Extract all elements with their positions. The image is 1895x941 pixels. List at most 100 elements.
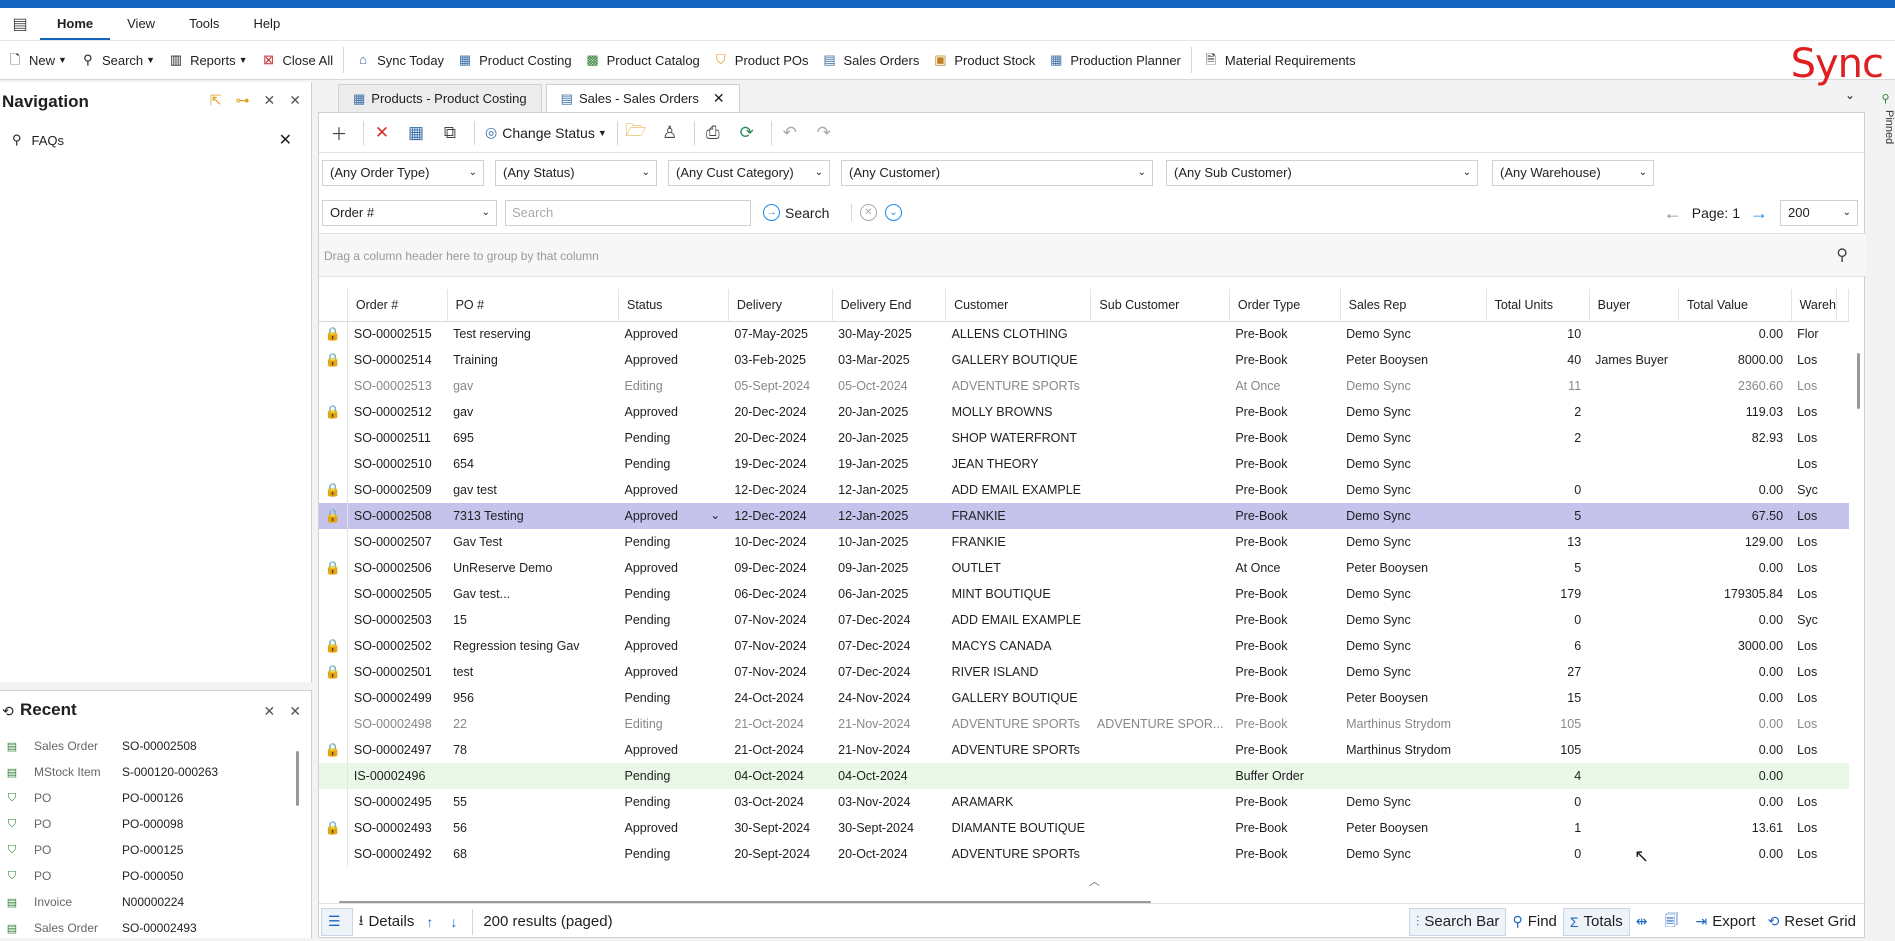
cell-status[interactable]: Pending [619,581,729,607]
cell-sales-rep[interactable]: Demo Sync [1340,477,1486,503]
column-header[interactable]: Delivery [728,289,833,322]
cell-customer[interactable]: DIAMANTE BOUTIQUE [946,815,1091,841]
cell-value[interactable]: 67.50 [1678,503,1792,529]
pin-icon[interactable]: ✕ [264,92,276,109]
cell-units[interactable]: 4 [1486,763,1590,789]
cell-status[interactable]: Pending [619,789,729,815]
cell-order[interactable]: SO-00002503 [346,607,448,633]
cell-order[interactable]: SO-00002511 [346,425,448,451]
customer-filter[interactable]: (Any Customer) ⌄ [841,160,1153,186]
column-header[interactable]: Order # [347,289,448,322]
cell-delivery-end[interactable]: 07-Dec-2024 [832,633,945,659]
cell-sales-rep[interactable]: Demo Sync [1340,451,1486,477]
cell-value[interactable]: 179305.84 [1679,581,1792,607]
cell-buyer[interactable] [1589,555,1678,581]
cell-order[interactable]: SO-00002507 [346,529,448,555]
recent-item[interactable]: ▤ MStock Item S-000120-000263 [0,759,290,785]
cell-buyer[interactable] [1589,529,1678,555]
cell-order-type[interactable]: Pre-Book [1229,607,1340,633]
cell-buyer[interactable] [1589,477,1678,503]
order-type-filter[interactable]: (Any Order Type) ⌄ [322,160,484,186]
cell-delivery-end[interactable]: 24-Nov-2024 [832,685,945,711]
menu-tools[interactable]: Tools [172,8,236,40]
cell-customer[interactable]: ALLENS CLOTHING [946,321,1091,347]
cell-status[interactable]: Approved [619,477,729,503]
cell-order[interactable]: SO-00002499 [346,685,448,711]
cell-customer[interactable]: ADVENTURE SPORTs [946,711,1091,737]
recent-item[interactable]: ⛉ PO PO-000125 [0,837,290,863]
cell-customer[interactable]: FRANKIE [946,529,1091,555]
cell-status[interactable]: Pending [619,425,729,451]
app-menu-icon[interactable]: ▤ [0,8,40,40]
cell-status[interactable]: Approved [619,659,729,685]
cell-warehouse[interactable]: Los [1791,685,1836,711]
cell-value[interactable]: 0.00 [1679,477,1792,503]
close-tab-icon[interactable]: ✕ [713,90,725,107]
table-row[interactable]: 🔒 SO-00002512 gav Approved 20-Dec-2024 20-Jan… [319,399,1849,425]
cell-order[interactable]: SO-00002501 [346,659,448,685]
prev-page-icon[interactable]: ← [1664,203,1682,224]
cell-value[interactable]: 0.00 [1679,659,1792,685]
refresh-icon[interactable]: ⟳ [733,119,761,147]
close-all-button[interactable]: ⊠ Close All [254,45,340,75]
cell-buyer[interactable] [1589,763,1679,789]
cell-status[interactable]: Pending [619,607,729,633]
table-row[interactable]: SO-00002510 654 Pending 19-Dec-2024 19-Jan-2… [319,451,1849,477]
vertical-scrollbar[interactable] [1857,353,1860,409]
cell-units[interactable]: 11 [1486,373,1589,399]
cell-delivery[interactable]: 07-Nov-2024 [728,633,832,659]
status-filter[interactable]: (Any Status) ⌄ [495,160,657,186]
cell-value[interactable]: 82.93 [1679,425,1792,451]
cell-order-type[interactable]: Pre-Book [1229,685,1340,711]
table-row[interactable]: 🔒 SO-00002515 Test reserving Approved 07-May… [319,321,1849,347]
cell-value[interactable]: 0.00 [1679,555,1792,581]
close-icon[interactable]: ✕ [289,92,301,109]
cell-order[interactable]: SO-00002506 [346,555,448,581]
cell-value[interactable]: 0.00 [1679,737,1792,763]
cell-units[interactable]: 0 [1486,477,1589,503]
menu-home[interactable]: Home [40,8,111,40]
cell-buyer[interactable] [1589,815,1678,841]
sub-customer-filter[interactable]: (Any Sub Customer) ⌄ [1166,160,1478,186]
cell-buyer[interactable] [1589,321,1678,347]
cell-customer[interactable]: RIVER ISLAND [946,659,1091,685]
cell-delivery-end[interactable]: 07-Dec-2024 [832,659,945,685]
cell-delivery[interactable]: 21-Oct-2024 [728,711,832,737]
cell-order[interactable]: SO-00002508 [346,503,448,529]
preview-button[interactable]: 🗐 [1658,908,1689,936]
expand-search-button[interactable]: ⌄ [885,204,907,221]
cell-units[interactable]: 5 [1486,555,1589,581]
cell-buyer[interactable] [1589,659,1678,685]
cell-po[interactable]: test [447,659,618,685]
column-header[interactable]: Buyer [1589,289,1680,322]
find-button[interactable]: ⚲ Find [1506,908,1562,936]
cell-status[interactable]: Approved [619,737,729,763]
add-icon[interactable]: ＋ [325,119,353,147]
faq-search-item[interactable]: ⚲ FAQs ✕ [12,130,292,150]
cell-units[interactable]: 1 [1486,815,1589,841]
cell-delivery-end[interactable]: 19-Jan-2025 [832,451,945,477]
cell-warehouse[interactable]: Los [1791,451,1836,477]
cell-po[interactable]: Regression tesing Gav [447,633,618,659]
cell-value[interactable]: 0.00 [1679,711,1792,737]
table-row[interactable]: 🔒 SO-00002493 56 Approved 30-Sept-2024 30-Sep… [319,815,1849,841]
cell-delivery-end[interactable]: 07-Dec-2024 [832,607,945,633]
cell-status[interactable]: Pending [619,529,729,555]
cell-warehouse[interactable] [1791,763,1837,789]
cell-value[interactable]: 13.61 [1679,815,1792,841]
cell-delivery[interactable]: 05-Sept-2024 [728,373,832,399]
chevron-down-icon[interactable]: ⌄ [710,508,720,522]
search-input[interactable]: Search [505,200,751,226]
cell-buyer[interactable] [1589,789,1678,815]
cell-sales-rep[interactable]: Demo Sync [1340,841,1486,867]
cell-delivery-end[interactable]: 12-Jan-2025 [832,477,945,503]
cell-sales-rep[interactable]: Peter Booysen [1340,815,1486,841]
table-row[interactable]: SO-00002513 gav Editing 05-Sept-2024 05-Oct-… [319,373,1849,399]
cell-sub-customer[interactable] [1091,347,1229,373]
page-size-select[interactable]: 200 ⌄ [1780,200,1858,226]
cell-value[interactable]: 129.00 [1679,529,1792,555]
column-header[interactable]: Order Type [1229,289,1341,322]
cell-warehouse[interactable]: Los [1791,529,1836,555]
cell-units[interactable]: 179 [1486,581,1589,607]
cell-units[interactable]: 13 [1486,529,1589,555]
